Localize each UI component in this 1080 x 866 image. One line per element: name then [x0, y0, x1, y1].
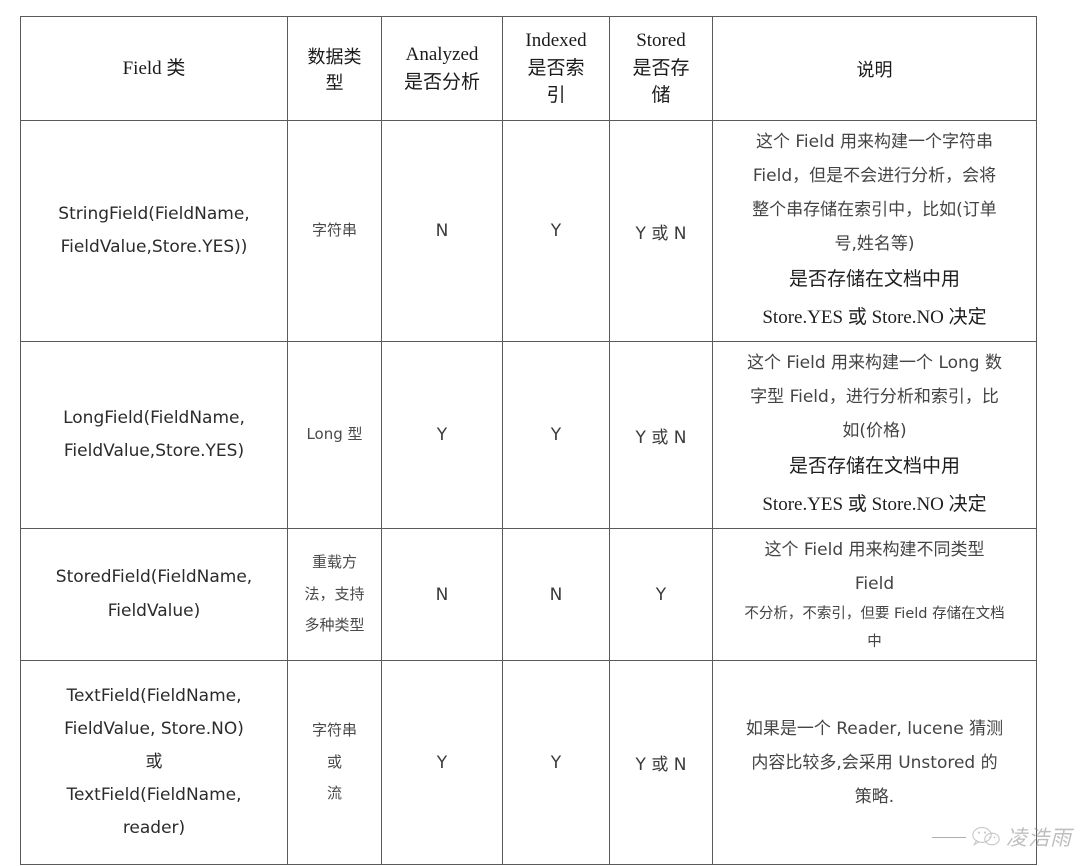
cell-field-class: StoredField(FieldName, FieldValue)	[20, 527, 288, 662]
field-class-line: reader)	[122, 818, 186, 839]
field-class-line: TextField(FieldName,	[66, 785, 242, 806]
cell-analyzed: N	[381, 120, 503, 342]
description-line: 整个串存储在索引中，比如(订单	[752, 200, 997, 220]
cell-indexed: Y	[502, 341, 610, 529]
cell-indexed: N	[502, 527, 610, 662]
table-header: Field 类 数据类 型 Analyzed 是否分析 Indexed 是否索 …	[20, 16, 1037, 121]
data-type-line: 法，支持	[304, 584, 365, 603]
header-data-type-line1: 数据类	[307, 46, 362, 68]
field-class-line: FieldValue, Store.NO)	[64, 718, 244, 739]
table-row: TextField(FieldName, FieldValue, Store.N…	[20, 660, 1037, 866]
header-field-class-label: Field 类	[122, 57, 186, 79]
cell-indexed: Y	[502, 120, 610, 342]
data-type-line: 多种类型	[304, 616, 365, 635]
header-stored: Stored 是否存 储	[609, 16, 713, 121]
description-line: 中	[867, 633, 882, 650]
header-indexed-line3: 引	[546, 85, 566, 107]
field-class-line: LongField(FieldName,	[63, 407, 245, 428]
data-type-line: 流	[326, 784, 342, 803]
description-line: 是否存储在文档中用	[788, 456, 960, 477]
description-line: Store.YES 或 Store.NO 决定	[762, 494, 987, 515]
table-row: LongField(FieldName, FieldValue,Store.YE…	[20, 341, 1037, 529]
header-analyzed: Analyzed 是否分析	[381, 16, 503, 121]
description-line: 如果是一个 Reader, lucene 猜测	[745, 718, 1004, 739]
description-line: Field，但是不会进行分析，会将	[752, 166, 997, 186]
header-data-type-line2: 型	[325, 72, 344, 94]
description-line: 这个 Field 用来构建一个字符串	[755, 132, 994, 152]
cell-analyzed: Y	[381, 341, 503, 529]
table-body: StringField(FieldName, FieldValue,Store.…	[20, 120, 1037, 866]
document-page: Field 类 数据类 型 Analyzed 是否分析 Indexed 是否索 …	[0, 0, 1080, 866]
cell-analyzed: N	[381, 527, 503, 662]
header-stored-line1: Stored	[636, 30, 686, 52]
description-line: 如(价格)	[842, 421, 907, 441]
field-class-line: StoredField(FieldName,	[55, 567, 253, 588]
cell-stored: Y 或 N	[609, 660, 713, 866]
description-line: 号,姓名等)	[834, 234, 915, 254]
lucene-field-types-table: Field 类 数据类 型 Analyzed 是否分析 Indexed 是否索 …	[20, 16, 1037, 866]
field-class-line: 或	[145, 752, 163, 773]
header-stored-line3: 储	[651, 85, 671, 107]
header-description-label: 说明	[856, 59, 893, 81]
header-data-type: 数据类 型	[287, 16, 382, 121]
data-type-line: 重载方	[311, 553, 357, 572]
field-class-line: TextField(FieldName,	[66, 685, 242, 706]
description-line: 字型 Field，进行分析和索引，比	[750, 387, 999, 407]
cell-description: 这个 Field 用来构建一个 Long 数 字型 Field，进行分析和索引，…	[712, 341, 1037, 529]
table-row: StringField(FieldName, FieldValue,Store.…	[20, 120, 1037, 342]
cell-field-class: TextField(FieldName, FieldValue, Store.N…	[20, 660, 288, 866]
field-class-line: FieldValue,Store.YES)	[63, 441, 245, 461]
cell-stored: Y 或 N	[609, 341, 713, 529]
description-line: Field	[854, 574, 895, 594]
header-analyzed-line1: Analyzed	[405, 43, 479, 65]
cell-description: 如果是一个 Reader, lucene 猜测 内容比较多,会采用 Unstor…	[712, 660, 1037, 866]
header-description: 说明	[712, 16, 1037, 121]
data-type-line: 或	[326, 752, 342, 771]
cell-indexed: Y	[502, 660, 610, 866]
field-class-line: FieldValue)	[107, 600, 201, 621]
data-type-line: 字符串	[311, 721, 357, 740]
table-row: StoredField(FieldName, FieldValue) 重载方 法…	[20, 527, 1037, 662]
description-line: Store.YES 或 Store.NO 决定	[762, 307, 987, 328]
cell-description: 这个 Field 用来构建不同类型 Field 不分析，不索引，但要 Field…	[712, 527, 1037, 662]
header-indexed-line1: Indexed	[525, 30, 587, 52]
cell-data-type: 字符串 或 流	[287, 660, 382, 866]
description-line: 内容比较多,会采用 Unstored 的	[751, 752, 998, 773]
cell-data-type: 字符串	[287, 120, 382, 342]
header-field-class: Field 类	[20, 16, 288, 121]
cell-stored: Y	[609, 527, 713, 662]
header-indexed-line2: 是否索	[527, 57, 585, 79]
cell-analyzed: Y	[381, 660, 503, 866]
description-line: 这个 Field 用来构建一个 Long 数	[747, 353, 1002, 373]
table-header-row: Field 类 数据类 型 Analyzed 是否分析 Indexed 是否索 …	[20, 16, 1037, 121]
description-line: 策略.	[854, 786, 895, 807]
field-class-line: StringField(FieldName,	[58, 203, 250, 224]
cell-description: 这个 Field 用来构建一个字符串 Field，但是不会进行分析，会将 整个串…	[712, 120, 1037, 342]
header-indexed: Indexed 是否索 引	[502, 16, 610, 121]
description-line: 这个 Field 用来构建不同类型	[764, 540, 985, 560]
cell-field-class: StringField(FieldName, FieldValue,Store.…	[20, 120, 288, 342]
header-analyzed-line2: 是否分析	[403, 71, 480, 93]
cell-data-type: 重载方 法，支持 多种类型	[287, 527, 382, 662]
description-line: 是否存储在文档中用	[788, 269, 960, 290]
data-type-line: Long 型	[306, 425, 363, 444]
field-class-line: FieldValue,Store.YES))	[60, 237, 248, 257]
cell-stored: Y 或 N	[609, 120, 713, 342]
cell-data-type: Long 型	[287, 341, 382, 529]
description-line: 不分析，不索引，但要 Field 存储在文档	[744, 606, 1005, 622]
cell-field-class: LongField(FieldName, FieldValue,Store.YE…	[20, 341, 288, 529]
data-type-line: 字符串	[311, 221, 357, 240]
header-stored-line2: 是否存	[632, 57, 690, 79]
